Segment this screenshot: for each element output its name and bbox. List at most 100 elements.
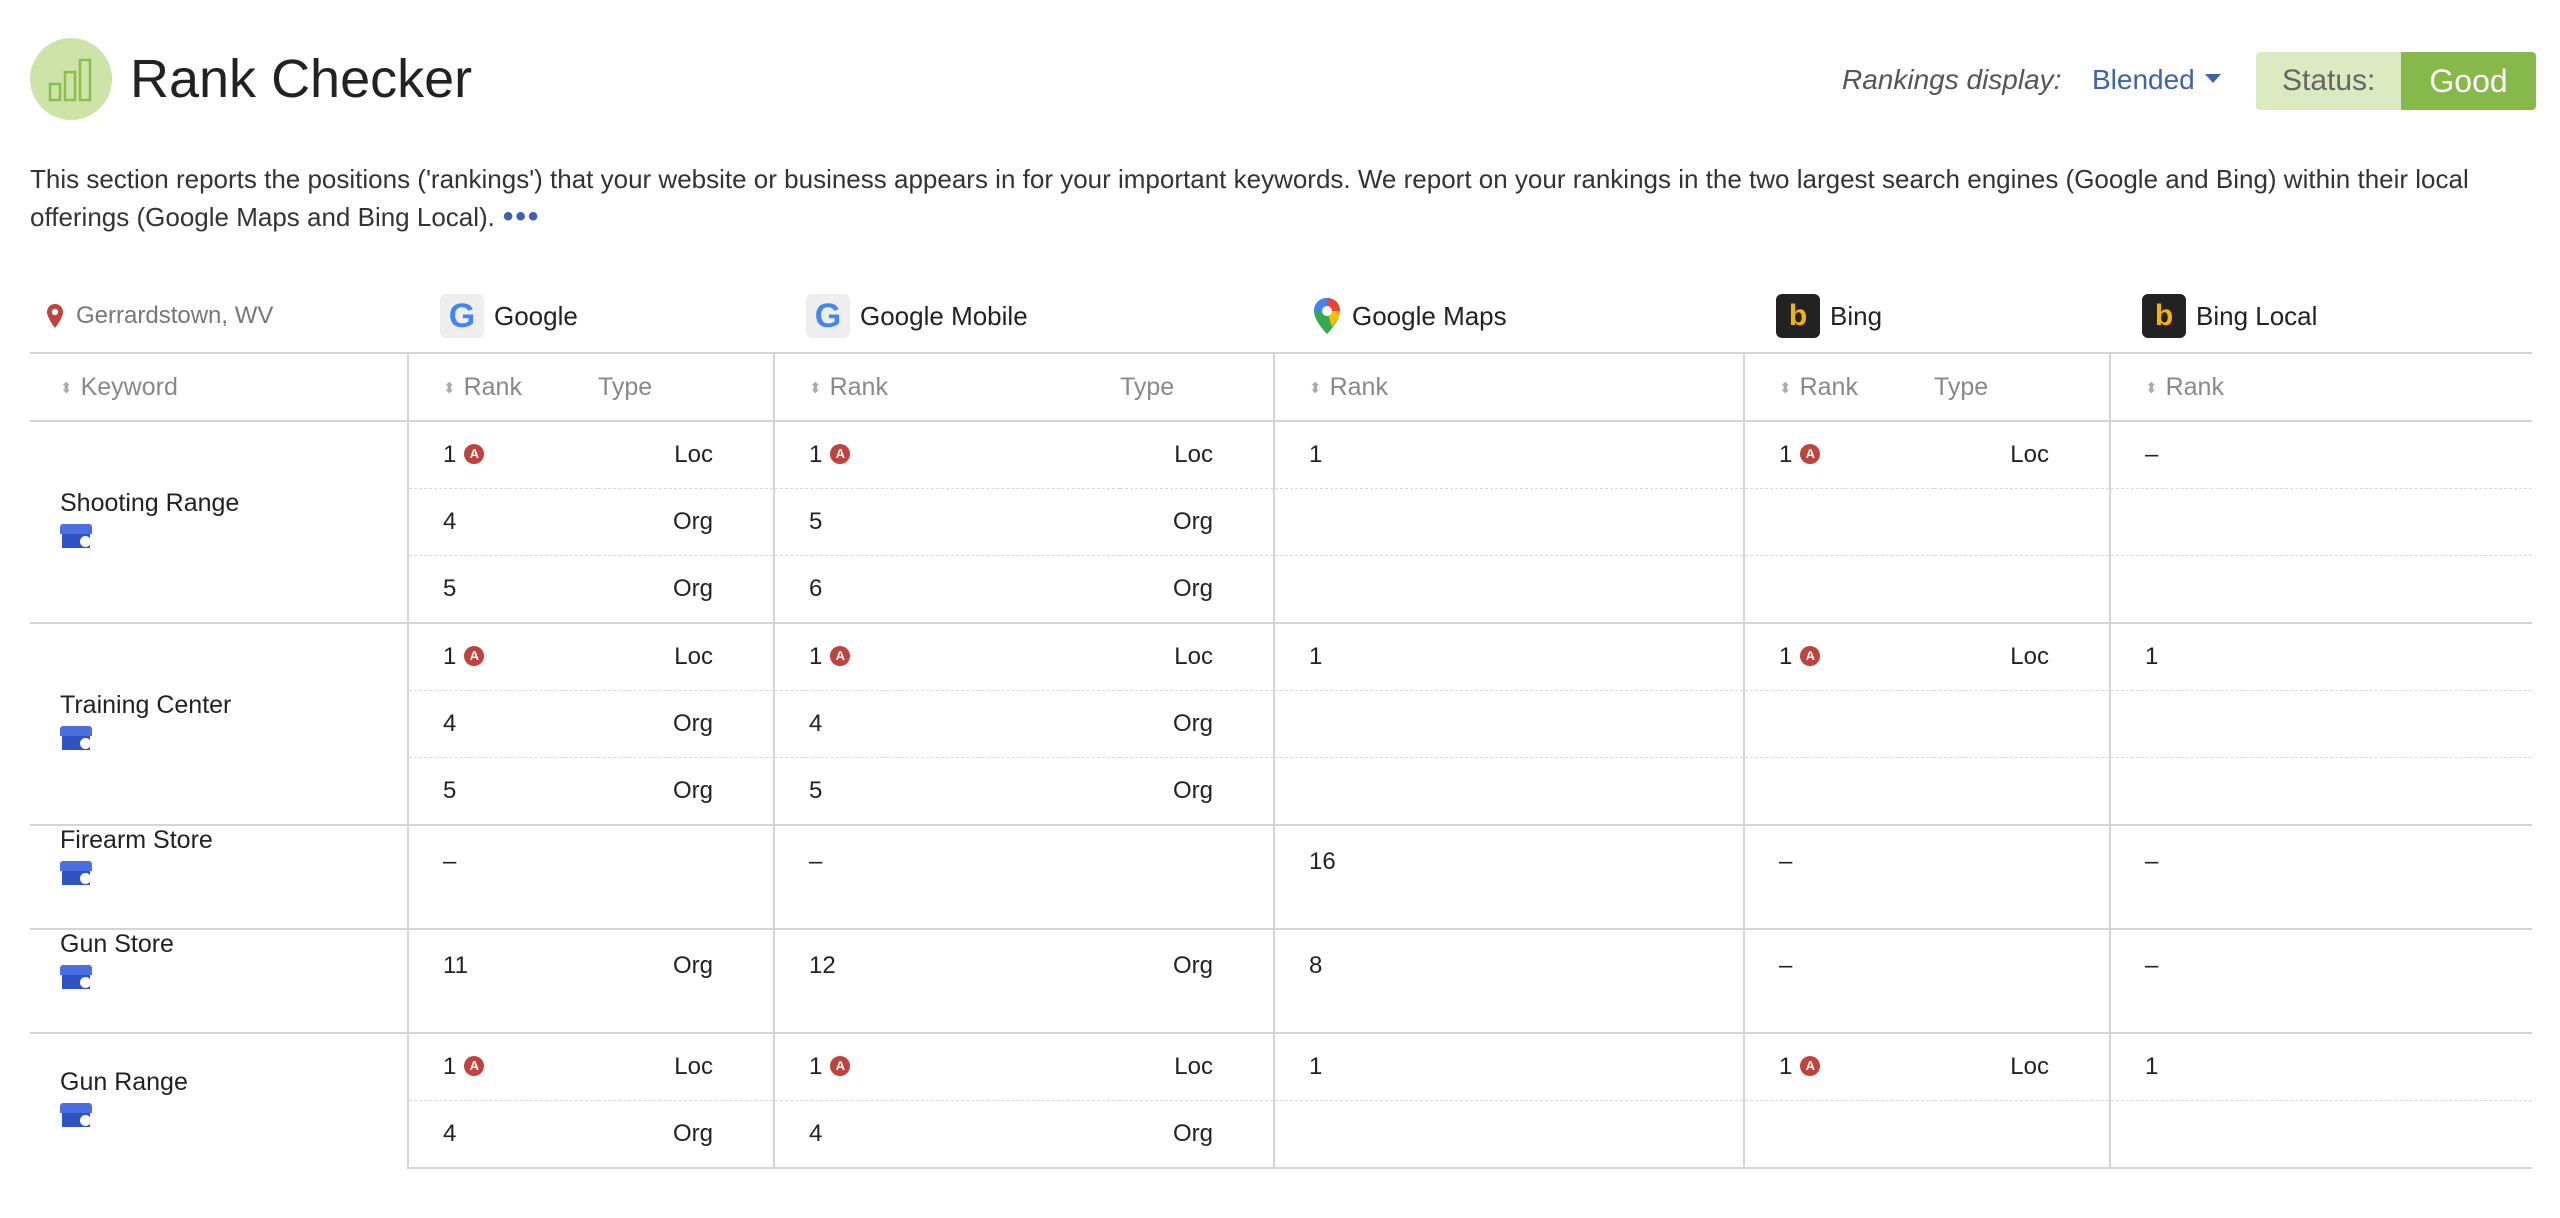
- rankings-display-dropdown[interactable]: Blended: [2092, 64, 2221, 96]
- google-mobile-rank: 1A: [773, 1032, 1120, 1101]
- google-maps-rank: 1: [1273, 622, 1744, 691]
- rank-value: –: [2145, 952, 2159, 979]
- table-header-row: ⬍ Keyword ⬍ Rank Type ⬍ Rank Type ⬍ Rank ⬍ Ra…: [30, 352, 2532, 422]
- bing-local-rank: [2109, 1100, 2532, 1169]
- bing-rank: 1A: [1743, 622, 1934, 691]
- rankings-display-value: Blended: [2092, 64, 2195, 95]
- rank-value: 4: [443, 508, 457, 535]
- advertiser-badge-icon: A: [830, 443, 851, 464]
- engine-google-maps: Google Maps: [1312, 280, 1507, 352]
- rank-value: 1: [1309, 643, 1323, 670]
- google-rank: 11: [407, 928, 598, 1033]
- bing-type: Loc: [1934, 420, 2110, 489]
- column-header-bing-rank[interactable]: ⬍ Rank: [1743, 352, 1934, 422]
- google-rank: 1A: [407, 420, 598, 489]
- rank-value: –: [2145, 848, 2159, 875]
- location-label: Gerrardstown, WV: [46, 280, 273, 352]
- google-my-business-icon: [60, 524, 92, 548]
- caret-down-icon: [2204, 74, 2221, 84]
- bing-local-rank: 1: [2109, 1032, 2532, 1101]
- keyword-name: Gun Range: [60, 1068, 188, 1096]
- rank-value: 4: [443, 1120, 457, 1147]
- google-mobile-rank: –: [773, 824, 1120, 929]
- table-row: Gun Range 1 A Loc 1 A Loc 1 1 A Loc 1: [30, 1032, 2532, 1168]
- status-value: Good: [2401, 52, 2536, 110]
- keyword-cell: Training Center: [30, 622, 408, 825]
- google-my-business-icon: [60, 1103, 92, 1127]
- sort-icon: ⬍: [2145, 379, 2158, 397]
- column-header-google-mobile-rank[interactable]: ⬍ Rank: [773, 352, 1120, 422]
- google-mobile-rank: 4: [773, 1100, 1120, 1169]
- rank-value: 1: [443, 441, 457, 468]
- google-mobile-rank: 1A: [773, 420, 1120, 489]
- rank-value: 1: [1309, 1053, 1323, 1080]
- google-type: Org: [598, 690, 774, 758]
- bing-rank: [1743, 1100, 1934, 1169]
- rank-value: 4: [809, 710, 823, 737]
- engine-name: Bing Local: [2196, 300, 2318, 331]
- engine-name: Google Mobile: [860, 300, 1028, 331]
- google-type: Loc: [598, 622, 774, 691]
- google-type: [598, 824, 774, 929]
- bing-rank: 1A: [1743, 420, 1934, 489]
- google-mobile-rank: 5: [773, 488, 1120, 556]
- bar-chart-icon: [48, 58, 92, 102]
- bing-icon: b: [1776, 294, 1820, 338]
- google-mobile-rank: 5: [773, 757, 1120, 825]
- bing-local-rank: –: [2109, 928, 2532, 1033]
- advertiser-badge-icon: A: [1800, 645, 1821, 666]
- bing-type: [1934, 824, 2110, 929]
- rankings-display-label: Rankings display:: [1842, 64, 2062, 95]
- rank-value: 1: [809, 441, 823, 468]
- google-maps-pin-icon: [1314, 298, 1340, 334]
- column-header-google-maps-rank[interactable]: ⬍ Rank: [1273, 352, 1744, 422]
- intro-description: This section reports the positions ('ran…: [30, 160, 2530, 236]
- bing-type: [1934, 690, 2110, 758]
- rank-value: –: [809, 848, 823, 875]
- rank-value: 16: [1309, 848, 1336, 875]
- rank-value: 6: [809, 575, 823, 602]
- google-mobile-rank: 12: [773, 928, 1120, 1033]
- bing-rank: –: [1743, 824, 1934, 929]
- google-icon: G: [806, 294, 850, 338]
- keyword-name: Shooting Range: [60, 489, 240, 517]
- google-mobile-type: Org: [1120, 555, 1274, 623]
- google-mobile-type: Org: [1120, 488, 1274, 556]
- bing-type: [1934, 488, 2110, 556]
- rank-value: 5: [443, 777, 457, 804]
- google-mobile-type: Org: [1120, 928, 1274, 1033]
- rank-value: 5: [809, 508, 823, 535]
- google-rank: 5: [407, 757, 598, 825]
- column-header-google-rank[interactable]: ⬍ Rank: [407, 352, 598, 422]
- engine-name: Google: [494, 300, 578, 331]
- google-mobile-rank: 1A: [773, 622, 1120, 691]
- rank-value: 1: [443, 643, 457, 670]
- bing-type: Loc: [1934, 1032, 2110, 1101]
- google-mobile-type: [1120, 824, 1274, 929]
- bing-local-rank: [2109, 555, 2532, 623]
- keyword-cell: Shooting Range: [30, 420, 408, 623]
- advertiser-badge-icon: A: [464, 645, 485, 666]
- google-maps-rank: [1273, 1100, 1744, 1169]
- bing-rank: [1743, 555, 1934, 623]
- engine-google: G Google: [440, 280, 578, 352]
- column-header-google-type: Type: [598, 352, 774, 422]
- more-options-icon[interactable]: •••: [503, 200, 541, 233]
- rank-value: 11: [443, 952, 468, 979]
- rank-value: –: [1779, 848, 1793, 875]
- rank-value: –: [2145, 441, 2159, 468]
- column-header-keyword[interactable]: ⬍ Keyword: [30, 352, 408, 422]
- bing-type: Loc: [1934, 622, 2110, 691]
- google-rank: 1A: [407, 1032, 598, 1101]
- rank-value: 12: [809, 952, 836, 979]
- column-header-bing-local-rank[interactable]: ⬍ Rank: [2109, 352, 2532, 422]
- rankings-table-body: Shooting Range 1 A Loc 1 A Loc 1 1 A Loc –4 Org 5 Org 5…: [30, 420, 2532, 1169]
- google-maps-rank: [1273, 757, 1744, 825]
- rank-value: 1: [1779, 643, 1793, 670]
- advertiser-badge-icon: A: [464, 443, 485, 464]
- google-type: Org: [598, 1100, 774, 1169]
- table-row: Training Center 1 A Loc 1 A Loc 1 1 A Loc 1: [30, 622, 2532, 825]
- google-type: Org: [598, 555, 774, 623]
- engine-bing: b Bing: [1776, 280, 1882, 352]
- bing-type: [1934, 757, 2110, 825]
